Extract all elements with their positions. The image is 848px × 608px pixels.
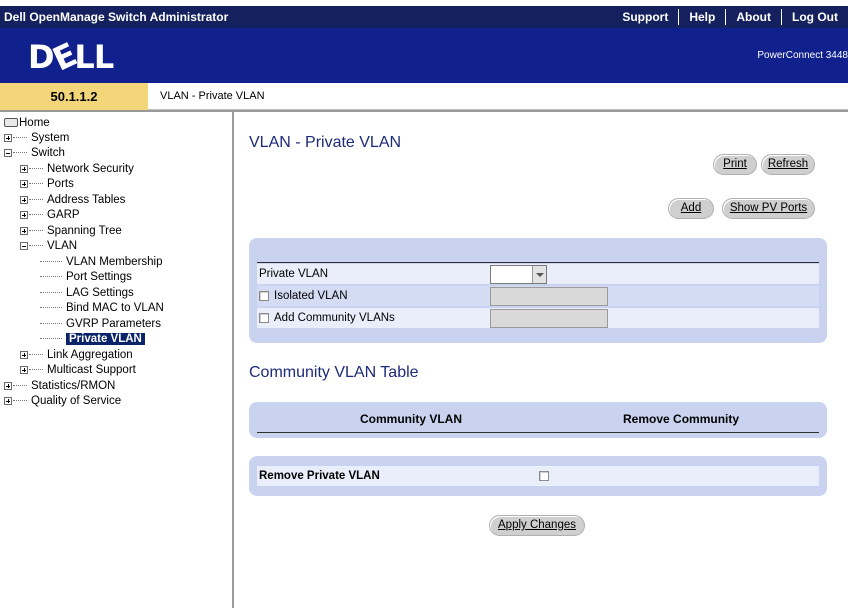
expand-icon[interactable] bbox=[4, 133, 12, 142]
add-button[interactable]: Add bbox=[668, 198, 714, 219]
navigation-tree: Home System Switch Network Security Port… bbox=[0, 112, 234, 608]
add-community-label: Add Community VLANs bbox=[274, 312, 395, 324]
tree-item-network-security[interactable]: Network Security bbox=[20, 162, 134, 177]
top-links: Support Help About Log Out bbox=[612, 6, 848, 28]
expand-icon[interactable] bbox=[20, 226, 28, 235]
divider bbox=[257, 262, 819, 263]
tree-item-qos[interactable]: Quality of Service bbox=[4, 394, 121, 409]
expand-icon[interactable] bbox=[4, 381, 12, 390]
tree-item-address-tables[interactable]: Address Tables bbox=[20, 193, 125, 208]
add-community-row: Add Community VLANs bbox=[257, 308, 819, 328]
private-vlan-form: Private VLAN Isolated VLAN Add Community… bbox=[249, 238, 827, 343]
add-community-checkbox[interactable] bbox=[259, 312, 269, 323]
column-header-remove-community: Remove Community bbox=[623, 412, 740, 426]
add-community-input[interactable] bbox=[490, 309, 608, 328]
breadcrumb: VLAN - Private VLAN bbox=[160, 90, 265, 102]
private-vlan-select[interactable] bbox=[490, 265, 547, 284]
divider bbox=[257, 432, 819, 433]
support-link[interactable]: Support bbox=[612, 6, 678, 28]
expand-icon[interactable] bbox=[20, 350, 28, 359]
community-table-title: Community VLAN Table bbox=[249, 364, 419, 381]
tree-item-ports[interactable]: Ports bbox=[20, 177, 74, 192]
info-bar: 50.1.1.2 VLAN - Private VLAN bbox=[0, 83, 848, 110]
tree-item-statistics[interactable]: Statistics/RMON bbox=[4, 379, 115, 394]
remove-private-vlan-label: Remove Private VLAN bbox=[259, 470, 380, 482]
remove-private-vlan-row: Remove Private VLAN bbox=[257, 466, 819, 486]
app-title: Dell OpenManage Switch Administrator bbox=[4, 10, 229, 24]
tree-item-multicast-support[interactable]: Multicast Support bbox=[20, 363, 136, 378]
logout-link[interactable]: Log Out bbox=[782, 6, 848, 28]
expand-icon[interactable] bbox=[20, 210, 28, 219]
tree-item-lag-settings[interactable]: LAG Settings bbox=[40, 286, 134, 301]
tree-item-link-aggregation[interactable]: Link Aggregation bbox=[20, 348, 133, 363]
isolated-vlan-checkbox[interactable] bbox=[259, 290, 269, 301]
community-vlan-table: Community VLAN Remove Community bbox=[249, 402, 827, 438]
isolated-vlan-row: Isolated VLAN bbox=[257, 286, 819, 306]
tree-item-garp[interactable]: GARP bbox=[20, 208, 80, 223]
tree-item-private-vlan[interactable]: Private VLAN bbox=[40, 332, 145, 347]
tree-item-gvrp-parameters[interactable]: GVRP Parameters bbox=[40, 317, 161, 332]
help-link[interactable]: Help bbox=[679, 6, 725, 28]
dell-logo: DELL bbox=[28, 35, 114, 79]
expand-icon[interactable] bbox=[20, 164, 28, 173]
expand-icon[interactable] bbox=[20, 195, 28, 204]
refresh-button[interactable]: Refresh bbox=[761, 154, 815, 175]
show-pv-ports-button[interactable]: Show PV Ports bbox=[722, 198, 815, 219]
tree-item-vlan[interactable]: VLAN bbox=[20, 239, 77, 254]
tree-item-switch[interactable]: Switch bbox=[4, 146, 65, 161]
tree-item-vlan-membership[interactable]: VLAN Membership bbox=[40, 255, 163, 270]
tree-item-spanning-tree[interactable]: Spanning Tree bbox=[20, 224, 122, 239]
chevron-down-icon[interactable] bbox=[532, 266, 546, 283]
tree-item-system[interactable]: System bbox=[4, 131, 69, 146]
tree-item-home[interactable]: Home bbox=[4, 116, 50, 131]
isolated-vlan-label: Isolated VLAN bbox=[274, 290, 348, 302]
about-link[interactable]: About bbox=[726, 6, 781, 28]
tree-item-port-settings[interactable]: Port Settings bbox=[40, 270, 132, 285]
private-vlan-label: Private VLAN bbox=[259, 268, 329, 280]
collapse-icon[interactable] bbox=[4, 148, 12, 157]
home-icon bbox=[4, 118, 18, 128]
tree-item-bind-mac[interactable]: Bind MAC to VLAN bbox=[40, 301, 164, 316]
top-menu-bar: Dell OpenManage Switch Administrator Sup… bbox=[0, 6, 848, 28]
device-ip: 50.1.1.2 bbox=[0, 83, 148, 110]
print-button[interactable]: Print bbox=[713, 154, 757, 175]
private-vlan-row: Private VLAN bbox=[257, 264, 819, 284]
main-content: VLAN - Private VLAN Print Refresh Add Sh… bbox=[236, 112, 848, 608]
page-title: VLAN - Private VLAN bbox=[249, 134, 402, 151]
column-header-community-vlan: Community VLAN bbox=[360, 412, 462, 426]
isolated-vlan-input[interactable] bbox=[490, 287, 608, 306]
expand-icon[interactable] bbox=[20, 365, 28, 374]
expand-icon[interactable] bbox=[4, 396, 12, 405]
banner: DELL PowerConnect 3448 bbox=[0, 28, 848, 83]
apply-changes-button[interactable]: Apply Changes bbox=[489, 515, 585, 536]
remove-private-vlan-checkbox[interactable] bbox=[539, 471, 549, 481]
collapse-icon[interactable] bbox=[20, 241, 28, 250]
product-name: PowerConnect 3448 bbox=[757, 50, 848, 61]
expand-icon[interactable] bbox=[20, 179, 28, 188]
remove-private-vlan-panel: Remove Private VLAN bbox=[249, 456, 827, 496]
